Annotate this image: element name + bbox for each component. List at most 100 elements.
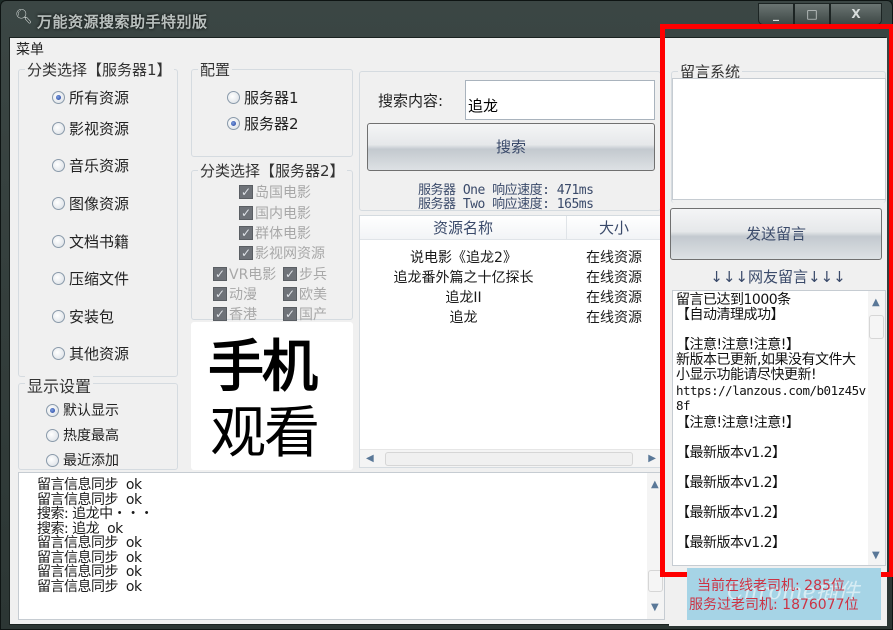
checkbox-hongkong[interactable]: ✓ 香港 bbox=[213, 304, 257, 324]
table-row[interactable]: 说电影《追龙2》 在线资源 bbox=[360, 247, 660, 267]
radio-image-resources[interactable]: 图像资源 bbox=[52, 193, 129, 214]
app-window: 🔍︎ 万能资源搜索助手特别版 _ □ X 菜单 分类选择【服务器1】 所有资源 … bbox=[0, 0, 893, 630]
radio-dot bbox=[52, 235, 65, 248]
scroll-left-icon[interactable]: ◀ bbox=[366, 453, 374, 464]
check-icon: ✓ bbox=[239, 185, 253, 199]
column-header-size[interactable]: 大小 bbox=[568, 216, 660, 240]
results-list[interactable]: 资源名称 大小 说电影《追龙2》 在线资源 追龙番外篇之十亿探长 在线资源 追龙II… bbox=[359, 215, 661, 468]
window-title: 万能资源搜索助手特别版 bbox=[37, 13, 208, 31]
scroll-up-icon[interactable]: ▲ bbox=[872, 297, 880, 308]
category-server2-legend: 分类选择【服务器2】 bbox=[198, 160, 347, 181]
close-button[interactable]: X bbox=[830, 3, 882, 25]
table-row[interactable]: 追龙番外篇之十亿探长 在线资源 bbox=[360, 267, 660, 287]
search-button[interactable]: 搜索 bbox=[367, 123, 655, 171]
title-bar[interactable]: 🔍︎ 万能资源搜索助手特别版 _ □ X bbox=[1, 1, 893, 37]
message-line: 【最新版本v1.2】 bbox=[676, 445, 786, 461]
search-input[interactable] bbox=[465, 80, 655, 120]
radio-label: 默认显示 bbox=[63, 403, 119, 419]
radio-music-resources[interactable]: 音乐资源 bbox=[52, 155, 129, 176]
message-line: 【注意!注意!注意!】 bbox=[676, 337, 800, 353]
radio-most-popular[interactable]: 热度最高 bbox=[46, 425, 119, 445]
checkbox-video-site[interactable]: ✓ 影视网资源 bbox=[239, 243, 325, 263]
radio-server1[interactable]: 服务器1 bbox=[227, 87, 299, 108]
radio-installers[interactable]: 安装包 bbox=[52, 306, 114, 327]
activity-log[interactable]: 留言信息同步 ok 留言信息同步 ok 搜索: 追龙中・・・ 搜索: 追龙 ok… bbox=[18, 472, 665, 620]
checkbox-western[interactable]: ✓ 欧美 bbox=[283, 284, 327, 304]
radio-default-display[interactable]: 默认显示 bbox=[46, 400, 119, 420]
promo-line2: 观看 bbox=[210, 401, 320, 466]
log-line: 留言信息同步 ok bbox=[37, 477, 142, 493]
scroll-right-icon[interactable]: ▶ bbox=[648, 453, 656, 464]
scrollbar-thumb[interactable] bbox=[869, 315, 884, 339]
online-count: 当前在线老司机: 285位 bbox=[697, 578, 845, 594]
messages-text: 留言已达到1000条 【自动清理成功】 【注意!注意!注意!】 新版本已更新,如… bbox=[676, 293, 866, 551]
check-icon: ✓ bbox=[213, 267, 227, 281]
checkbox-vr-movies[interactable]: ✓ VR电影 bbox=[213, 264, 276, 284]
vertical-scrollbar[interactable]: ▲ ▼ bbox=[647, 473, 664, 619]
mobile-watch-banner[interactable]: 手机 观看 bbox=[191, 322, 353, 470]
checkbox-label: 岛国电影 bbox=[255, 185, 311, 201]
radio-recently-added[interactable]: 最近添加 bbox=[46, 450, 119, 470]
checkbox-group-movies[interactable]: ✓ 群体电影 bbox=[239, 223, 311, 243]
search-panel: 搜索内容: 搜索 服务器 One 响应速度: 471ms 服务器 Two 响应速… bbox=[359, 71, 661, 212]
check-icon: ✓ bbox=[283, 287, 297, 301]
radio-dot bbox=[52, 122, 65, 135]
cell-name: 追龙 bbox=[449, 310, 478, 326]
checkbox-label: 影视网资源 bbox=[255, 246, 325, 262]
scroll-down-icon[interactable]: ▼ bbox=[872, 550, 880, 561]
checkbox-domestic-movies[interactable]: ✓ 国内电影 bbox=[239, 203, 311, 223]
served-count: 服务过老司机: 1876077位 bbox=[689, 597, 859, 613]
radio-label: 服务器1 bbox=[244, 89, 299, 107]
radio-label: 压缩文件 bbox=[69, 270, 130, 288]
radio-label: 服务器2 bbox=[244, 115, 299, 133]
horizontal-scrollbar[interactable]: ◀ ▶ bbox=[360, 449, 660, 467]
checkbox-anime[interactable]: ✓ 动漫 bbox=[213, 284, 257, 304]
window-controls: _ □ X bbox=[758, 3, 882, 25]
table-row[interactable]: 追龙 在线资源 bbox=[360, 307, 660, 327]
radio-dot bbox=[52, 91, 65, 104]
radio-dot bbox=[52, 272, 65, 285]
radio-archives[interactable]: 压缩文件 bbox=[52, 268, 129, 289]
send-message-button[interactable]: 发送留言 bbox=[670, 208, 882, 260]
checkbox-label: 国内电影 bbox=[255, 206, 311, 222]
radio-video-resources[interactable]: 影视资源 bbox=[52, 118, 129, 139]
menu-item-main[interactable]: 菜单 bbox=[16, 39, 44, 59]
cell-size: 在线资源 bbox=[586, 250, 642, 266]
radio-dot bbox=[46, 453, 59, 467]
column-header-name[interactable]: 资源名称 bbox=[360, 216, 567, 240]
scrollbar-thumb[interactable] bbox=[648, 570, 663, 592]
checkbox-jp-movies[interactable]: ✓ 岛国电影 bbox=[239, 182, 311, 202]
stats-banner: Chrome插件 当前在线老司机: 285位 服务过老司机: 1876077位 bbox=[687, 568, 881, 620]
minimize-button[interactable]: _ bbox=[758, 3, 794, 25]
check-icon: ✓ bbox=[213, 307, 227, 321]
cell-size: 在线资源 bbox=[586, 310, 642, 326]
magnifier-icon: 🔍︎ bbox=[15, 9, 33, 25]
scrollbar-thumb[interactable] bbox=[385, 452, 633, 466]
log-line: 留言信息同步 ok bbox=[37, 564, 142, 580]
message-input[interactable] bbox=[672, 78, 886, 200]
message-system-panel: 留言系统 发送留言 ↓↓↓网友留言↓↓↓ 留言已达到1000条 【自动清理成功】… bbox=[669, 38, 887, 626]
radio-other-resources[interactable]: 其他资源 bbox=[52, 343, 129, 364]
table-row[interactable]: 追龙II 在线资源 bbox=[360, 287, 660, 307]
checkbox-infantry[interactable]: ✓ 步兵 bbox=[283, 264, 327, 284]
search-label: 搜索内容: bbox=[378, 92, 444, 110]
radio-dot bbox=[52, 310, 65, 323]
maximize-button[interactable]: □ bbox=[794, 3, 830, 25]
cell-name: 追龙II bbox=[445, 290, 482, 306]
radio-label: 图像资源 bbox=[69, 195, 130, 213]
messages-feed[interactable]: 留言已达到1000条 【自动清理成功】 【注意!注意!注意!】 新版本已更新,如… bbox=[672, 290, 886, 566]
checkbox-label: VR电影 bbox=[229, 267, 277, 283]
radio-documents[interactable]: 文档书籍 bbox=[52, 231, 129, 252]
message-link[interactable]: https://lanzous.com/b01z45v8f bbox=[676, 383, 866, 413]
radio-server2[interactable]: 服务器2 bbox=[227, 113, 299, 134]
radio-all-resources[interactable]: 所有资源 bbox=[52, 87, 129, 108]
radio-dot bbox=[52, 197, 65, 210]
scroll-down-icon[interactable]: ▼ bbox=[651, 602, 659, 613]
radio-dot bbox=[52, 347, 65, 360]
vertical-scrollbar[interactable]: ▲ ▼ bbox=[868, 291, 885, 565]
radio-label: 安装包 bbox=[69, 308, 115, 326]
scroll-up-icon[interactable]: ▲ bbox=[651, 479, 659, 490]
config-legend: 配置 bbox=[198, 59, 233, 80]
checkbox-domestic[interactable]: ✓ 国产 bbox=[283, 304, 327, 324]
friends-messages-header: ↓↓↓网友留言↓↓↓ bbox=[710, 268, 846, 286]
